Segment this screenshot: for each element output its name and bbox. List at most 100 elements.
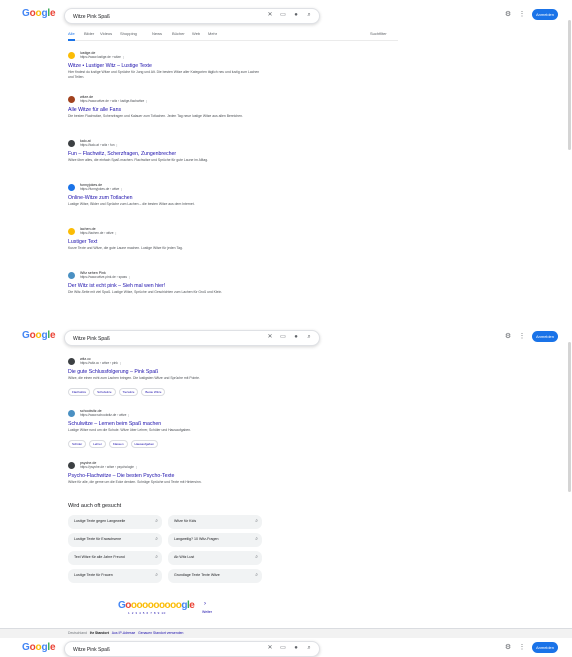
related-search-item[interactable]: Ab Witz Lust ⌕ xyxy=(168,551,262,565)
tab-web[interactable]: Web xyxy=(192,31,200,36)
pager-logo: Goooooooooogle xyxy=(118,600,195,611)
next-page-link[interactable]: Weiter xyxy=(202,610,212,614)
clear-icon[interactable]: ✕ xyxy=(266,333,274,342)
search-icon: ⌕ xyxy=(155,572,158,578)
related-search-item[interactable]: Text Witze für alle Jahre Freund ⌕ xyxy=(68,551,162,565)
footer-link-ip[interactable]: Aus IP-Adresse xyxy=(112,631,136,635)
result-title-link[interactable]: Schulwitze – Lernen beim Spaß machen xyxy=(68,421,161,427)
header: Google ✕ ▭ ● ⌕ ⚙ ⋮ Anmelden xyxy=(0,0,572,28)
result-snippet: Die besten Flachwitze, Scherzfragen und … xyxy=(68,114,243,118)
site-favicon-icon xyxy=(68,184,75,191)
result-url[interactable]: https://lachen.de › witze ⋮ xyxy=(80,231,118,235)
search-icon[interactable]: ⌕ xyxy=(305,11,313,20)
search-input[interactable] xyxy=(71,332,265,345)
result-title-link[interactable]: Der Witz ist echt pink – Sieh mal wen hi… xyxy=(68,283,165,289)
result-title-link[interactable]: Online-Witze zum Totlachen xyxy=(68,195,133,201)
result-title-link[interactable]: Psycho-Flachwitze – Die besten Psycho-Te… xyxy=(68,473,174,479)
google-logo[interactable]: Google xyxy=(22,8,56,19)
logo-letter: e xyxy=(49,642,56,653)
sitelink-chip[interactable]: Beste Witze xyxy=(141,388,166,396)
result-url[interactable]: https://funnyjokes.de › witze ⋮ xyxy=(80,187,123,191)
google-logo[interactable]: Google xyxy=(22,330,56,341)
search-input[interactable] xyxy=(71,10,265,23)
search-result: kalo.at https://kalo.at › witz › fun ⋮ Fun… xyxy=(68,139,264,180)
search-icon: ⌕ xyxy=(255,572,258,578)
search-box[interactable]: ✕ ▭ ● ⌕ xyxy=(64,330,320,346)
search-result: psyche.de https://psyche.de › witze › psy… xyxy=(68,461,264,502)
scrollbar[interactable] xyxy=(568,342,571,492)
tab-alle[interactable]: Alle xyxy=(68,31,75,41)
search-box[interactable]: ✕ ▭ ● ⌕ xyxy=(64,8,320,24)
tab-videos[interactable]: Videos xyxy=(100,31,112,36)
result-url[interactable]: https://witz.cc › witze › pink ⋮ xyxy=(80,361,122,365)
search-result: funnyjokes.de https://funnyjokes.de › wit… xyxy=(68,183,264,224)
result-url[interactable]: https://www.lustige.de › witze ⋮ xyxy=(80,55,125,59)
site-favicon-icon xyxy=(68,462,75,469)
mid-frame: Google ✕ ▭ ● ⌕ ⚙ ⋮ Anmelden witz.cchttps… xyxy=(0,322,572,639)
google-logo[interactable]: Google xyxy=(22,642,56,653)
signin-button[interactable]: Anmelden xyxy=(532,642,558,653)
result-title-link[interactable]: Witze • Lustiger Witz – Lustige Texte xyxy=(68,63,152,69)
settings-icon[interactable]: ⚙ xyxy=(504,644,512,652)
mic-icon[interactable]: ● xyxy=(292,644,300,653)
signin-button[interactable]: Anmelden xyxy=(532,9,558,20)
sitelink-chip[interactable]: Flachwitze xyxy=(68,388,91,396)
related-search-label: Grundlage Texte Texte Witze xyxy=(174,573,220,577)
search-icon[interactable]: ⌕ xyxy=(305,644,313,653)
result-url[interactable]: https://kalo.at › witz › fun ⋮ xyxy=(80,143,119,147)
tab-shopping[interactable]: Shopping xyxy=(120,31,137,36)
apps-icon[interactable]: ⋮ xyxy=(518,11,526,19)
search-box[interactable]: ✕ ▭ ● ⌕ xyxy=(64,641,320,657)
footer-location: Deutschland Ihr Standort Aus IP-Adresse … xyxy=(68,631,183,635)
settings-icon[interactable]: ⚙ xyxy=(504,333,512,341)
apps-icon[interactable]: ⋮ xyxy=(518,333,526,341)
mic-icon[interactable]: ● xyxy=(292,333,300,342)
related-search-item[interactable]: Lustige Texte für Erwachsene ⌕ xyxy=(68,533,162,547)
related-search-item[interactable]: Grundlage Texte Texte Witze ⌕ xyxy=(168,569,262,583)
page-numbers[interactable]: 1 2 3 4 5 6 7 8 9 10 xyxy=(128,611,166,615)
related-search-item[interactable]: Lustige Texte für Frauen ⌕ xyxy=(68,569,162,583)
scrollbar[interactable] xyxy=(568,20,571,150)
sitelink-chip[interactable]: Tierwitze xyxy=(118,388,139,396)
result-url[interactable]: https://psyche.de › witze › psychologie … xyxy=(80,465,138,469)
signin-button[interactable]: Anmelden xyxy=(532,331,558,342)
search-result: schoolwitz.de https://www.schoolwitz.de ›… xyxy=(68,409,264,450)
related-search-label: Lustige Texte gegen Langeweile xyxy=(74,519,126,523)
result-url[interactable]: https://www.schoolwitz.de › witze ⋮ xyxy=(80,413,130,417)
footer-link-precise[interactable]: Genauen Standort verwenden xyxy=(138,631,183,635)
result-title-link[interactable]: Lustiger Text xyxy=(68,239,97,245)
keyboard-icon[interactable]: ▭ xyxy=(279,644,287,653)
mic-icon[interactable]: ● xyxy=(292,11,300,20)
result-url[interactable]: https://www.witze-pink.de › spass ⋮ xyxy=(80,275,131,279)
related-search-item[interactable]: Langweilig? 10 Witz-Fragen ⌕ xyxy=(168,533,262,547)
clear-icon[interactable]: ✕ xyxy=(266,644,274,653)
clear-icon[interactable]: ✕ xyxy=(266,11,274,20)
sitelink-chip[interactable]: Klassen xyxy=(108,440,128,448)
keyboard-icon[interactable]: ▭ xyxy=(279,333,287,342)
sitelink-chip[interactable]: Hausaufgaben xyxy=(130,440,159,448)
related-search-item[interactable]: Witze für Kids ⌕ xyxy=(168,515,262,529)
apps-icon[interactable]: ⋮ xyxy=(518,644,526,652)
sitelink-chip[interactable]: Schüler xyxy=(68,440,87,448)
settings-icon[interactable]: ⚙ xyxy=(504,11,512,19)
result-url[interactable]: https://www.witze.de › witz › lustige-fl… xyxy=(80,99,148,103)
result-title-link[interactable]: Fun – Flachwitz, Scherzfragen, Zungenbre… xyxy=(68,151,176,157)
result-title-link[interactable]: Alle Witze für alle Fans xyxy=(68,107,121,113)
header: Google ✕ ▭ ● ⌕ ⚙ ⋮ Anmelden xyxy=(0,638,572,657)
sitelink-chip[interactable]: Schulwitze xyxy=(93,388,116,396)
keyboard-icon[interactable]: ▭ xyxy=(279,11,287,20)
sitelink-chip[interactable]: Lehrer xyxy=(89,440,106,448)
tools-button[interactable]: Suchfilter xyxy=(370,31,387,36)
search-input[interactable] xyxy=(71,643,265,656)
top-frame: Google ✕ ▭ ● ⌕ ⚙ ⋮ Anmelden Alle Bilder Vi… xyxy=(0,0,572,322)
next-arrow-icon[interactable]: › xyxy=(204,601,206,607)
related-search-item[interactable]: Lustige Texte gegen Langeweile ⌕ xyxy=(68,515,162,529)
tab-news[interactable]: News xyxy=(152,31,162,36)
search-result: witz.cc https://witz.cc › witze › pink ⋮ D… xyxy=(68,357,264,398)
tab-bücher[interactable]: Bücher xyxy=(172,31,185,36)
result-title-link[interactable]: Die gute Schlussfolgerung – Pink Spaß xyxy=(68,369,158,375)
search-icon[interactable]: ⌕ xyxy=(305,333,313,342)
tab-mehr[interactable]: Mehr xyxy=(208,31,217,36)
tab-bilder[interactable]: Bilder xyxy=(84,31,94,36)
search-icon: ⌕ xyxy=(155,518,158,524)
